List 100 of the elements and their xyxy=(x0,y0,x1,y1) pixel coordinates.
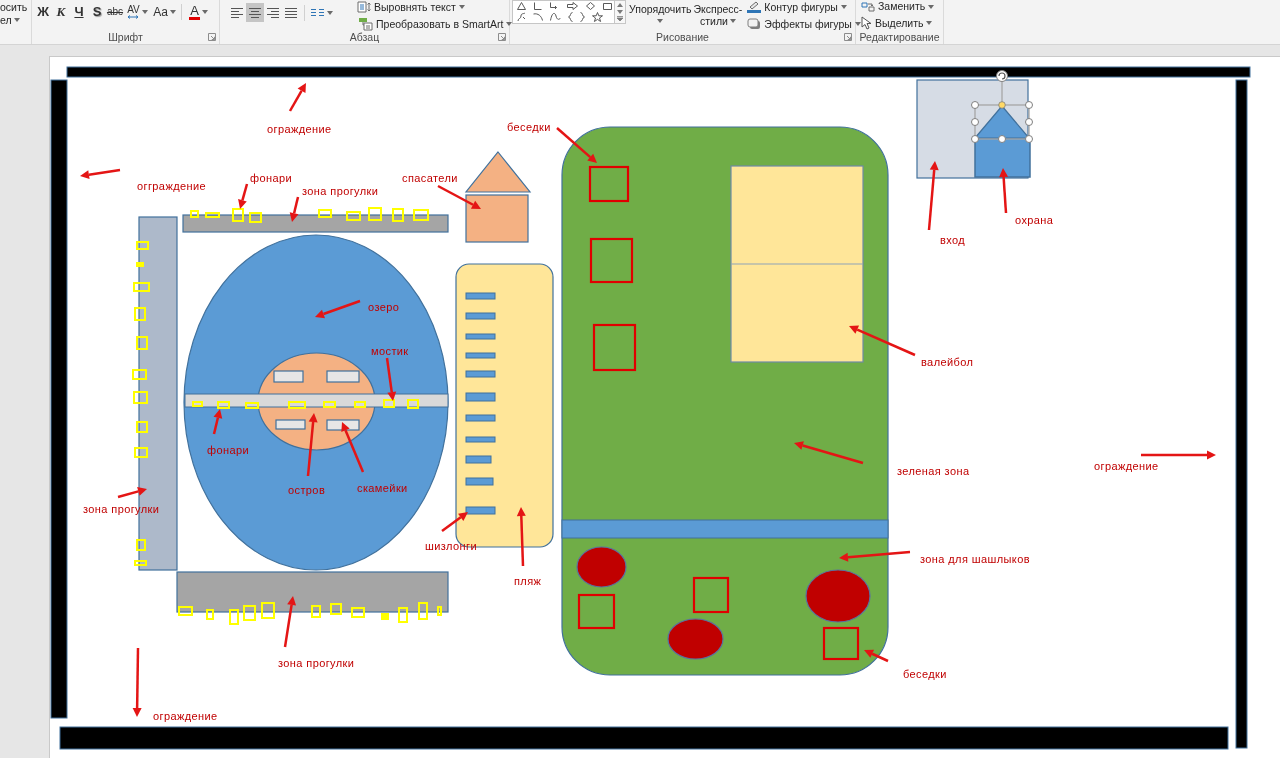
diamond-icon[interactable] xyxy=(586,2,595,10)
arrange-button[interactable]: Упорядочить xyxy=(629,0,692,27)
scroll-down-icon[interactable] xyxy=(617,9,623,14)
resize-handle[interactable] xyxy=(971,118,979,126)
align-left-icon xyxy=(231,6,243,19)
dialog-launcher-icon[interactable] xyxy=(208,33,216,41)
ribbon-command[interactable]: Эффекты фигуры xyxy=(747,17,861,31)
shape-effects-icon xyxy=(747,18,762,30)
lamp-marker xyxy=(136,336,148,350)
lamp-marker xyxy=(407,399,419,409)
star-icon[interactable] xyxy=(592,11,603,22)
lamp-marker xyxy=(245,402,259,409)
lamp-marker xyxy=(383,399,395,408)
resize-handle[interactable] xyxy=(998,135,1006,143)
shadow-button[interactable]: S xyxy=(88,3,106,21)
lamp-marker xyxy=(351,607,365,618)
lamp-marker xyxy=(136,241,149,250)
bold-button[interactable]: Ж xyxy=(34,3,52,21)
resize-handle[interactable] xyxy=(1025,118,1033,126)
arrow xyxy=(289,196,300,222)
ribbon-command[interactable]: осить xyxy=(0,0,28,13)
resize-handle[interactable] xyxy=(1025,101,1033,109)
left-brace-icon[interactable] xyxy=(568,11,573,22)
ribbon-command[interactable]: Преобразовать в SmartArt xyxy=(357,17,513,31)
dialog-launcher-icon[interactable] xyxy=(498,33,506,41)
arrow xyxy=(794,441,864,465)
more-icon[interactable] xyxy=(617,16,623,21)
arrow xyxy=(132,648,142,717)
grill-ellipse xyxy=(805,569,871,623)
map-label: зеленая зона xyxy=(897,464,970,478)
lamp-marker xyxy=(392,208,404,222)
quick-styles-button[interactable]: Экспресс- стили xyxy=(693,0,743,27)
right-brace-icon[interactable] xyxy=(580,11,585,22)
lamp-marker xyxy=(243,605,256,621)
columns-icon xyxy=(311,7,324,18)
arrow xyxy=(864,649,889,663)
ribbon-command[interactable]: ел xyxy=(0,13,20,26)
ribbon-command[interactable]: Выровнять текст xyxy=(357,0,465,14)
lamp-marker xyxy=(413,209,429,221)
lamp-marker xyxy=(232,208,244,222)
strikethrough-button[interactable]: abc xyxy=(106,3,124,21)
triangle-icon[interactable] xyxy=(517,2,526,10)
group-title: Абзац xyxy=(349,30,380,44)
dialog-launcher-icon[interactable] xyxy=(844,33,852,41)
curve-icon[interactable] xyxy=(550,12,561,21)
lamp-marker xyxy=(134,560,147,566)
italic-button[interactable]: К xyxy=(52,3,70,21)
map-label: остров xyxy=(288,483,326,497)
squiggle-icon[interactable] xyxy=(517,11,526,22)
rotation-handle[interactable] xyxy=(996,70,1008,82)
gazebo-square xyxy=(692,576,730,614)
arrow xyxy=(238,183,249,209)
character-spacing-button[interactable]: AV xyxy=(124,3,151,21)
bent-arrow-icon[interactable] xyxy=(550,2,559,10)
lamp-marker xyxy=(418,602,428,620)
ribbon-command[interactable]: Заменить xyxy=(861,0,935,13)
lounger-bar xyxy=(465,352,496,359)
lamp-marker xyxy=(205,212,220,218)
bench-shape xyxy=(326,419,360,431)
lamp-marker xyxy=(398,607,408,623)
lamp-marker xyxy=(346,211,361,221)
resize-handle[interactable] xyxy=(1025,135,1033,143)
map-label: ограждение xyxy=(1094,459,1159,473)
block-arrow-icon[interactable] xyxy=(567,2,578,10)
map-label: ограждение xyxy=(153,709,218,723)
align-center-button[interactable] xyxy=(246,3,264,22)
font-color-button[interactable]: A xyxy=(185,3,212,21)
rectangle-icon[interactable] xyxy=(603,2,612,10)
grill-ellipse xyxy=(667,618,724,660)
resize-handle[interactable] xyxy=(971,135,979,143)
lounger-bar xyxy=(465,455,492,464)
map-label: шизлонги xyxy=(425,539,477,553)
arrow xyxy=(927,161,939,231)
underline-button[interactable]: Ч xyxy=(70,3,88,21)
map-label: зона для шашлыков xyxy=(920,552,1030,566)
lamp-marker xyxy=(136,539,146,551)
lamp-marker xyxy=(323,401,336,408)
arc-icon[interactable] xyxy=(533,12,543,21)
lamp-marker xyxy=(437,606,442,616)
elbow-line-icon[interactable] xyxy=(534,2,542,10)
lounger-bar xyxy=(465,312,496,320)
adjust-handle[interactable] xyxy=(998,101,1006,109)
ribbon-command[interactable]: Контур фигуры xyxy=(747,0,847,14)
ribbon-command[interactable]: Выделить xyxy=(861,16,933,30)
lounger-bar xyxy=(465,506,496,515)
lamp-marker xyxy=(178,606,193,616)
gazebo-square xyxy=(822,626,860,661)
arrow xyxy=(437,184,481,209)
cursor-icon xyxy=(861,16,872,30)
map-label: скамейки xyxy=(357,481,408,495)
scroll-up-icon[interactable] xyxy=(617,3,623,7)
lounger-bar xyxy=(465,333,496,340)
lounger-bar xyxy=(465,414,496,422)
change-case-button[interactable]: Aa xyxy=(151,3,178,21)
map-label: фонари xyxy=(250,171,293,185)
map-label: беседки xyxy=(507,120,551,134)
resize-handle[interactable] xyxy=(971,101,979,109)
group-title: Редактирование xyxy=(859,30,940,44)
arrow xyxy=(212,409,223,435)
map-label: ограждение xyxy=(267,122,332,136)
